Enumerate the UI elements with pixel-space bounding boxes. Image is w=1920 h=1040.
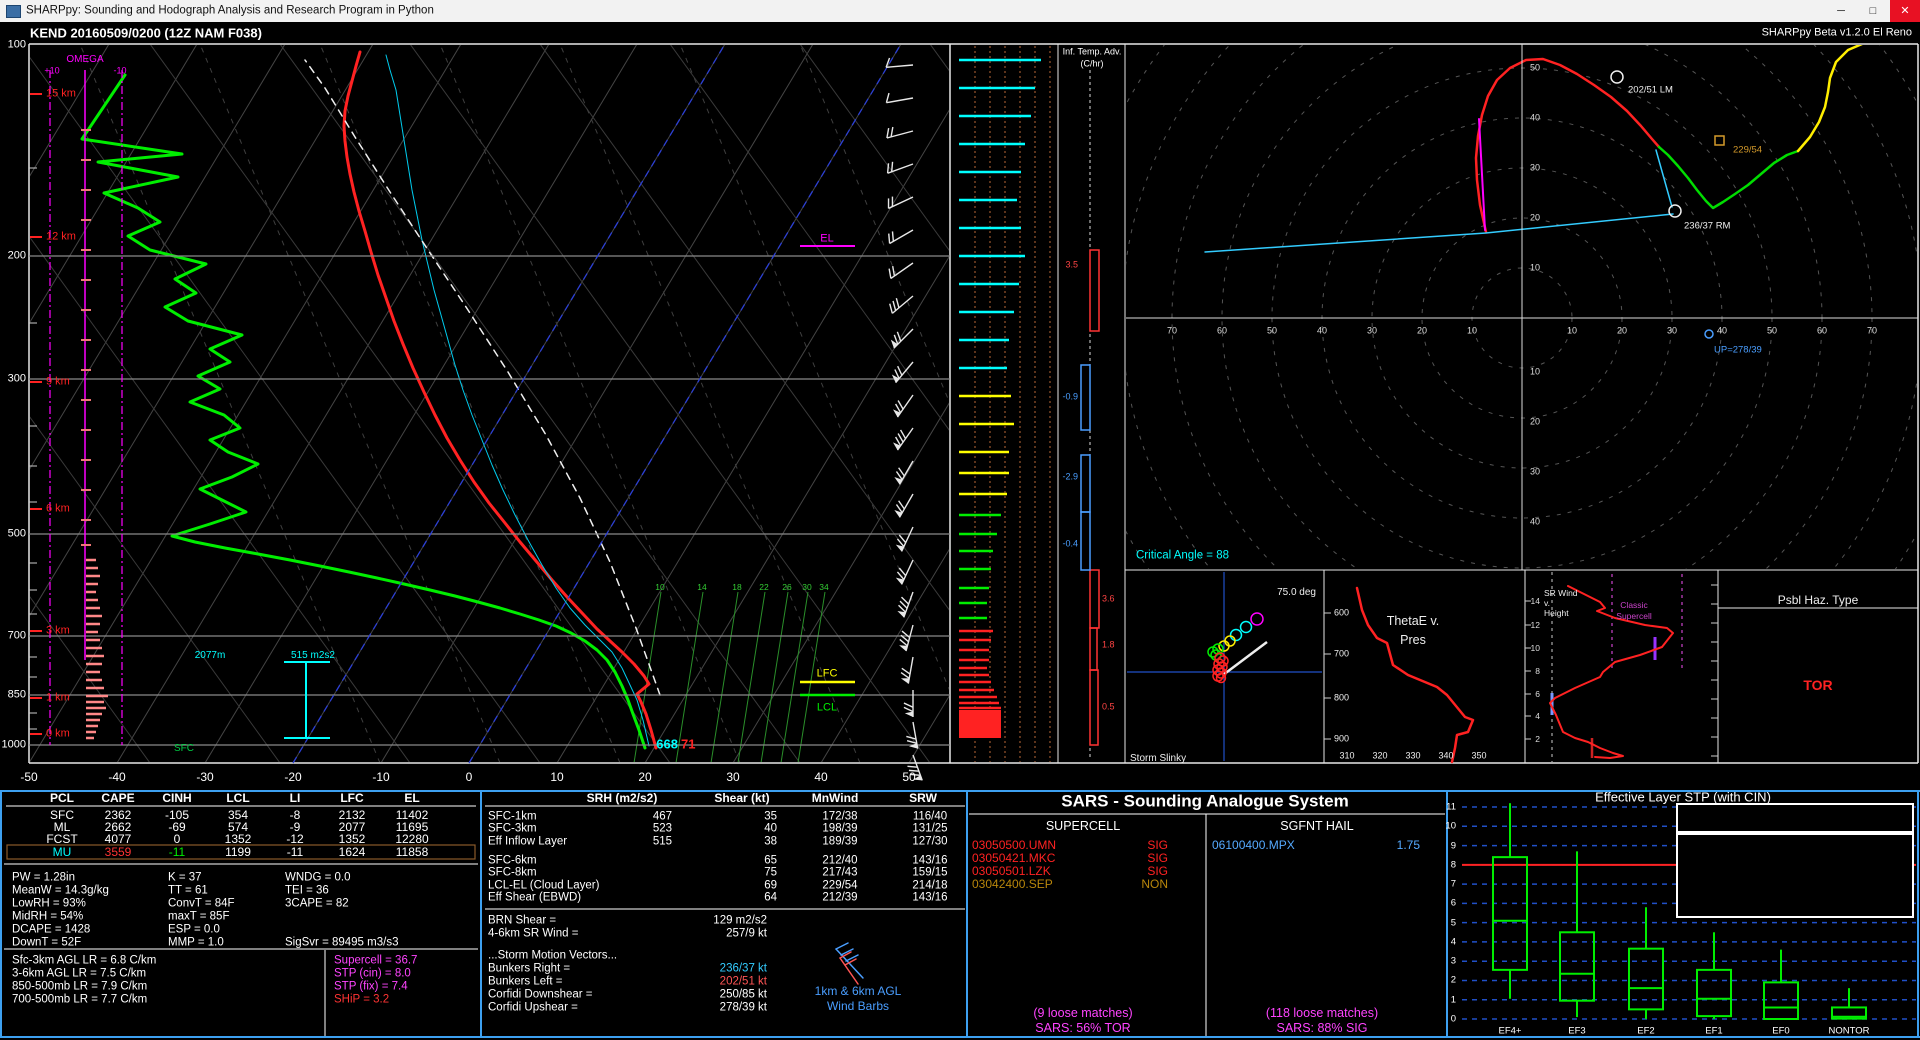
sars-panel[interactable] (967, 792, 1447, 1037)
storm-slinky-panel[interactable] (1125, 570, 1324, 763)
kinematics-panel[interactable] (481, 792, 967, 1037)
skewt-panel[interactable] (29, 44, 950, 763)
wind-speed-profile-panel[interactable] (950, 44, 1058, 763)
stp-legend-values (1676, 833, 1914, 918)
stp-legend-header (1676, 803, 1914, 833)
srwind-panel[interactable] (1525, 570, 1718, 763)
temp-advection-panel[interactable] (1058, 44, 1125, 763)
hodograph-panel[interactable] (1125, 44, 1918, 570)
thetae-panel[interactable] (1324, 570, 1525, 763)
thermo-indices-panel[interactable] (2, 792, 481, 1037)
sharppy-window: SHARPpy: Sounding and Hodograph Analysis… (0, 0, 1920, 1040)
psbl-haz-panel[interactable] (1718, 570, 1918, 763)
